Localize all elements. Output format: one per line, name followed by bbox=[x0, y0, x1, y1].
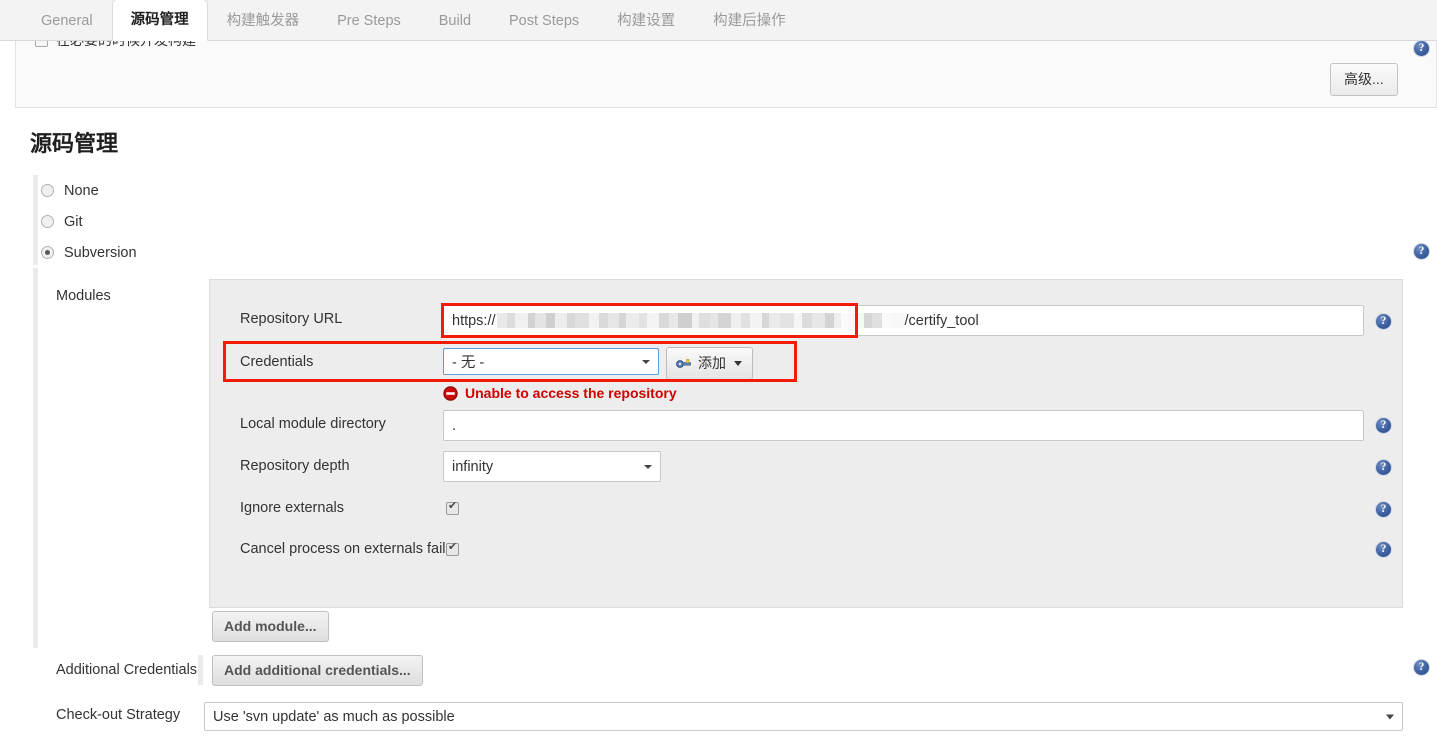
radio-git[interactable] bbox=[41, 215, 54, 228]
tab-7[interactable]: 构建后操作 bbox=[694, 0, 805, 41]
general-section-panel bbox=[15, 57, 1437, 108]
local-module-directory-value: . bbox=[452, 417, 457, 434]
key-icon bbox=[676, 359, 691, 368]
repository-depth-select[interactable]: infinity bbox=[443, 451, 661, 482]
additional-credentials-label-wrap: Additional Credentials bbox=[56, 662, 197, 678]
cancel-process-on-externals-fail-checkbox[interactable] bbox=[446, 541, 459, 556]
help-icon-local-module-directory[interactable] bbox=[1375, 417, 1392, 434]
checkout-strategy-value: Use 'svn update' as much as possible bbox=[213, 708, 455, 725]
local-module-directory-input[interactable]: . bbox=[443, 410, 1364, 441]
scm-radio-group: None Git Subversion bbox=[33, 175, 1437, 268]
chevron-down-icon-depth bbox=[644, 464, 652, 469]
concurrent-build-checkbox[interactable] bbox=[35, 41, 48, 47]
cancel-process-on-externals-fail-label: Cancel process on externals fail bbox=[240, 541, 446, 557]
ignore-externals-checkbox[interactable] bbox=[446, 500, 459, 515]
jenkins-job-config-page: General 源码管理 构建触发器 Pre Steps Build Post Steps… bbox=[0, 0, 1437, 736]
help-icon-subversion[interactable] bbox=[1413, 243, 1430, 260]
local-module-directory-label: Local module directory bbox=[240, 416, 386, 432]
repository-depth-value: infinity bbox=[452, 458, 494, 475]
modules-gutter-bar bbox=[33, 268, 38, 648]
error-deny-icon bbox=[443, 385, 458, 401]
modules-section-label: Modules bbox=[56, 288, 111, 304]
help-icon-general[interactable] bbox=[1413, 40, 1430, 57]
scm-option-subversion[interactable]: Subversion bbox=[33, 237, 1437, 268]
scm-option-git-label: Git bbox=[64, 213, 83, 230]
tab-list: General 源码管理 构建触发器 Pre Steps Build Post Steps… bbox=[22, 0, 805, 41]
repository-url-suffix: /certify_tool bbox=[904, 312, 979, 329]
local-module-directory-label-wrap: Local module directory bbox=[240, 416, 386, 432]
tab-0[interactable]: General bbox=[22, 0, 112, 41]
credentials-selected-value: - 无 - bbox=[452, 355, 485, 371]
page-title: 源码管理 bbox=[30, 131, 119, 156]
scm-option-subversion-label: Subversion bbox=[64, 244, 137, 261]
repository-url-prefix: https:// bbox=[452, 312, 496, 329]
add-credentials-label: 添加 bbox=[698, 355, 726, 371]
add-credentials-button[interactable]: 添加 bbox=[666, 347, 753, 380]
help-icon-repository-url[interactable] bbox=[1375, 313, 1392, 330]
tab-2[interactable]: 构建触发器 bbox=[208, 0, 319, 41]
cancel-process-label-wrap: Cancel process on externals fail bbox=[240, 541, 446, 557]
repository-url-redaction bbox=[496, 313, 904, 328]
chevron-down-icon-credentials bbox=[642, 359, 650, 364]
scm-option-none-label: None bbox=[64, 182, 99, 199]
scm-option-none[interactable]: None bbox=[33, 175, 1437, 206]
config-tab-bar: General 源码管理 构建触发器 Pre Steps Build Post Steps… bbox=[0, 0, 1437, 41]
repository-depth-label-wrap: Repository depth bbox=[240, 458, 350, 474]
radio-none[interactable] bbox=[41, 184, 54, 197]
tab-4[interactable]: Build bbox=[420, 0, 490, 41]
tab-1[interactable]: 源码管理 bbox=[111, 0, 208, 41]
repository-url-label-wrap: Repository URL bbox=[240, 311, 342, 327]
additional-credentials-gutter-bar bbox=[198, 655, 203, 685]
add-additional-credentials-button[interactable]: Add additional credentials... bbox=[212, 655, 423, 686]
ignore-externals-label-wrap: Ignore externals bbox=[240, 500, 344, 516]
checkout-strategy-label-wrap: Check-out Strategy bbox=[56, 707, 180, 723]
credentials-label: Credentials bbox=[240, 354, 314, 370]
help-icon-repository-depth[interactable] bbox=[1375, 459, 1392, 476]
radio-subversion[interactable] bbox=[41, 246, 54, 259]
repository-url-label: Repository URL bbox=[240, 311, 343, 327]
repository-url-input[interactable]: https:// /certify_tool bbox=[443, 305, 1364, 336]
advanced-button[interactable]: 高级... bbox=[1330, 63, 1398, 96]
tab-6[interactable]: 构建设置 bbox=[598, 0, 694, 41]
credentials-select[interactable]: - 无 - bbox=[443, 348, 659, 375]
add-module-button[interactable]: Add module... bbox=[212, 611, 329, 642]
repository-error-message: Unable to access the repository bbox=[465, 385, 677, 401]
tab-3[interactable]: Pre Steps bbox=[318, 0, 420, 41]
repository-depth-label: Repository depth bbox=[240, 458, 350, 474]
checkout-strategy-select[interactable]: Use 'svn update' as much as possible bbox=[204, 702, 1403, 731]
chevron-down-icon-checkout-strategy bbox=[1386, 714, 1394, 719]
tab-5[interactable]: Post Steps bbox=[490, 0, 598, 41]
help-icon-cancel-process[interactable] bbox=[1375, 541, 1392, 558]
additional-credentials-label: Additional Credentials bbox=[56, 662, 198, 678]
repository-error-row: Unable to access the repository bbox=[443, 385, 677, 401]
credentials-label-wrap: Credentials bbox=[240, 354, 313, 370]
chevron-down-icon-add bbox=[734, 360, 742, 366]
help-icon-ignore-externals[interactable] bbox=[1375, 501, 1392, 518]
concurrent-build-row-clipped: 在必要的时候并发构建 bbox=[15, 41, 1437, 57]
concurrent-build-label: 在必要的时候并发构建 bbox=[56, 41, 196, 50]
help-icon-additional-credentials[interactable] bbox=[1413, 659, 1430, 676]
scm-option-git[interactable]: Git bbox=[33, 206, 1437, 237]
checkout-strategy-label: Check-out Strategy bbox=[56, 707, 181, 723]
ignore-externals-label: Ignore externals bbox=[240, 500, 344, 516]
